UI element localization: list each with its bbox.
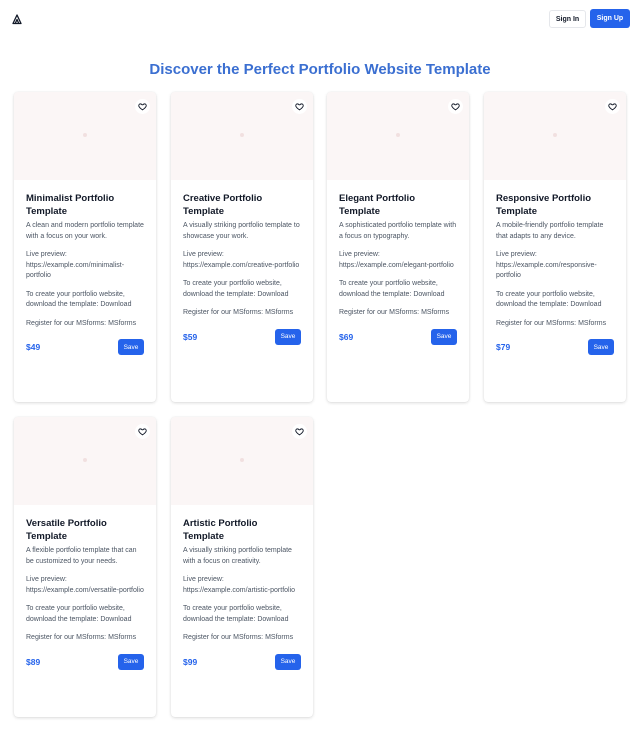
card-image [327,92,469,180]
card-image [14,92,156,180]
heart-icon[interactable] [135,99,150,114]
card-register-text[interactable]: Register for our MSforms: MSforms [183,633,301,644]
card-title: Elegant Portfolio Template [339,193,415,217]
image-placeholder-dot [240,458,244,462]
triangle-logo-icon[interactable] [11,12,23,25]
save-button[interactable]: Save [118,653,144,670]
card-description: A visually striking portfolio template w… [183,547,292,565]
save-button[interactable]: Save [275,653,301,670]
card-register-text[interactable]: Register for our MSforms: MSforms [339,308,457,319]
card-title: Responsive Portfolio Template [496,193,592,217]
template-card-creative: Creative Portfolio Template A visually s… [171,92,313,402]
card-description: A flexible portfolio template that can b… [26,547,137,565]
card-description: A visually striking portfolio template t… [183,222,300,240]
image-placeholder-dot [83,458,87,462]
heart-icon[interactable] [135,424,150,439]
page-title: Discover the Perfect Portfolio Website T… [149,61,491,78]
template-card-elegant: Elegant Portfolio Template A sophisticat… [327,92,469,402]
card-preview-link[interactable]: Live preview: https://example.com/minima… [26,250,144,282]
card-price: $49 [26,342,41,352]
card-download-text[interactable]: To create your portfolio website, downlo… [183,279,301,300]
card-description: A clean and modern portfolio template wi… [26,222,144,240]
card-title: Minimalist Portfolio Template [26,193,115,217]
card-preview-link[interactable]: Live preview: https://example.com/respon… [496,250,614,282]
card-register-text[interactable]: Register for our MSforms: MSforms [496,319,614,330]
image-placeholder-dot [396,133,400,137]
save-button[interactable]: Save [118,339,144,355]
card-download-text[interactable]: To create your portfolio website, downlo… [183,604,301,625]
card-description: A mobile-friendly portfolio template tha… [496,222,604,240]
heart-icon[interactable] [605,99,620,114]
sign-in-button[interactable]: Sign In [549,10,586,28]
card-image [171,92,313,180]
card-register-text[interactable]: Register for our MSforms: MSforms [26,319,144,330]
card-preview-link[interactable]: Live preview: https://example.com/elegan… [339,250,457,271]
card-image [14,417,156,505]
card-image [171,417,313,505]
card-title: Creative Portfolio Template [183,193,263,217]
card-register-text[interactable]: Register for our MSforms: MSforms [26,633,144,644]
card-register-text[interactable]: Register for our MSforms: MSforms [183,308,301,319]
save-button[interactable]: Save [588,339,614,355]
card-download-text[interactable]: To create your portfolio website, downlo… [339,279,457,300]
card-download-text[interactable]: To create your portfolio website, downlo… [26,604,144,625]
top-bar: Sign In Sign Up [0,0,640,40]
image-placeholder-dot [553,133,557,137]
card-title: Versatile Portfolio Template [26,518,107,542]
card-price: $99 [183,656,198,667]
template-card-versatile: Versatile Portfolio Template A flexible … [14,417,156,717]
card-price: $89 [26,656,41,667]
save-button[interactable]: Save [431,328,457,345]
card-price: $69 [339,331,354,342]
template-card-responsive: Responsive Portfolio Template A mobile-f… [484,92,626,402]
card-price: $59 [183,331,198,342]
heart-icon[interactable] [292,99,307,114]
heart-icon[interactable] [292,424,307,439]
card-price: $79 [496,342,511,352]
card-image [484,92,626,180]
template-card-minimalist: Minimalist Portfolio Template A clean an… [14,92,156,402]
image-placeholder-dot [240,133,244,137]
save-button[interactable]: Save [275,328,301,345]
card-download-text[interactable]: To create your portfolio website, downlo… [496,290,614,311]
card-preview-link[interactable]: Live preview: https://example.com/versat… [26,575,144,596]
heart-icon[interactable] [448,99,463,114]
image-placeholder-dot [83,133,87,137]
sign-up-button[interactable]: Sign Up [590,9,630,28]
card-description: A sophisticated portfolio template with … [339,222,457,240]
card-preview-link[interactable]: Live preview: https://example.com/artist… [183,575,301,596]
card-preview-link[interactable]: Live preview: https://example.com/creati… [183,250,301,271]
card-title: Artistic Portfolio Template [183,518,258,542]
card-download-text[interactable]: To create your portfolio website, downlo… [26,290,144,311]
template-card-artistic: Artistic Portfolio Template A visually s… [171,417,313,717]
